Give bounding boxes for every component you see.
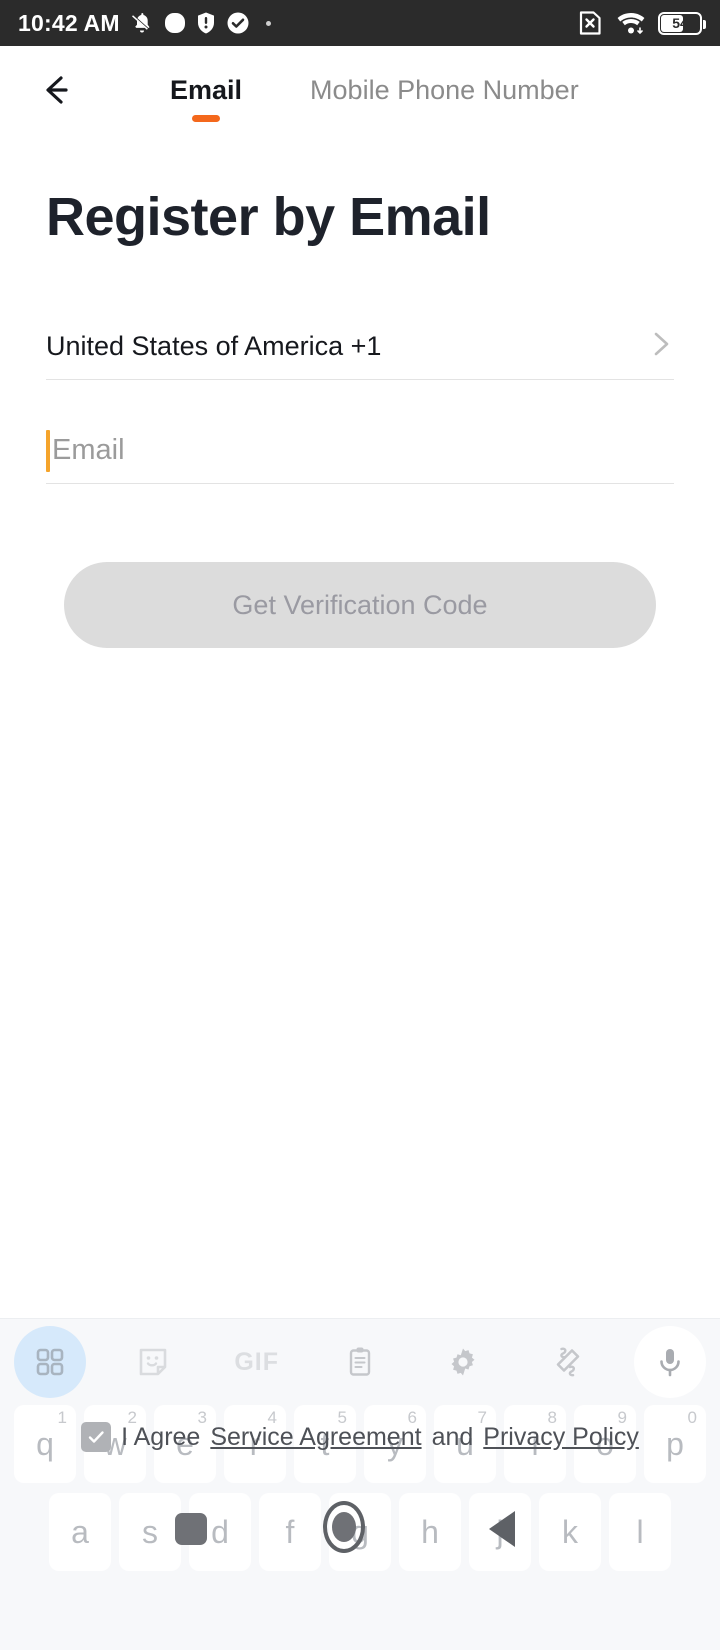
grid-icon[interactable] <box>14 1326 86 1398</box>
service-agreement-link[interactable]: Service Agreement <box>210 1423 421 1452</box>
back-arrow-icon <box>36 70 76 115</box>
gif-label: GIF <box>234 1347 279 1376</box>
clipboard-icon[interactable] <box>324 1326 396 1398</box>
tab-email[interactable]: Email <box>170 74 243 122</box>
get-verification-code-button[interactable]: Get Verification Code <box>64 562 656 648</box>
status-bar: 10:42 AM 54 <box>0 0 720 46</box>
agreement-row: I Agree Service Agreement and Privacy Po… <box>0 1422 720 1452</box>
tab-bar: Email Mobile Phone Number <box>170 46 579 138</box>
country-selector-row[interactable]: United States of America +1 <box>46 314 674 380</box>
status-time: 10:42 AM <box>18 9 120 36</box>
handwriting-icon[interactable] <box>531 1326 603 1398</box>
agreement-checkbox[interactable] <box>81 1422 112 1452</box>
battery-level: 54 <box>672 15 688 31</box>
check-circle-icon <box>226 11 250 35</box>
tab-email-label: Email <box>170 74 243 105</box>
agreement-prefix: I Agree <box>121 1422 201 1451</box>
shield-icon <box>196 11 216 35</box>
page-title: Register by Email <box>46 187 491 247</box>
back-button[interactable] <box>30 66 82 118</box>
chevron-right-icon <box>648 329 674 364</box>
microphone-icon[interactable] <box>633 1326 706 1398</box>
rounded-square-icon <box>164 11 186 35</box>
sticker-icon[interactable] <box>117 1326 189 1398</box>
gear-icon[interactable] <box>427 1326 499 1398</box>
status-bar-left: 10:42 AM <box>18 10 271 37</box>
agreement-conjunction: and <box>431 1422 474 1451</box>
privacy-policy-link[interactable]: Privacy Policy <box>483 1423 639 1452</box>
tab-active-indicator <box>192 114 221 122</box>
gif-icon[interactable]: GIF <box>221 1326 293 1398</box>
tab-mobile-phone-number-label: Mobile Phone Number <box>310 74 579 105</box>
keyboard-toolbar: GIF <box>0 1319 720 1405</box>
system-navigation-overlay <box>0 1495 720 1585</box>
home-circle-icon[interactable] <box>323 1501 365 1553</box>
wifi-icon <box>616 10 646 36</box>
back-triangle-icon[interactable] <box>489 1511 515 1547</box>
main-content: Register by Email United States of Ameri… <box>0 138 720 648</box>
dot-icon <box>265 20 271 26</box>
battery-icon: 54 <box>658 11 706 35</box>
on-screen-keyboard: GIF 1 q 2 w 3 e 4 r 5 t 6 y 7 u 8 i 9 o … <box>0 1318 720 1650</box>
status-bar-right: 54 <box>576 9 706 37</box>
email-input-placeholder: Email <box>52 434 125 466</box>
app-header: Email Mobile Phone Number <box>0 46 720 138</box>
email-input-row[interactable]: Email <box>46 418 674 484</box>
sim-card-x-icon <box>576 9 604 37</box>
mute-bell-icon <box>130 11 154 35</box>
tab-mobile-phone-number[interactable]: Mobile Phone Number <box>310 75 579 110</box>
text-caret <box>46 429 50 472</box>
phone-screen: 10:42 AM 54 Email Mobile Phone Number Re… <box>0 0 720 1650</box>
square-icon[interactable] <box>175 1513 207 1545</box>
country-selector-value: United States of America +1 <box>46 331 382 361</box>
